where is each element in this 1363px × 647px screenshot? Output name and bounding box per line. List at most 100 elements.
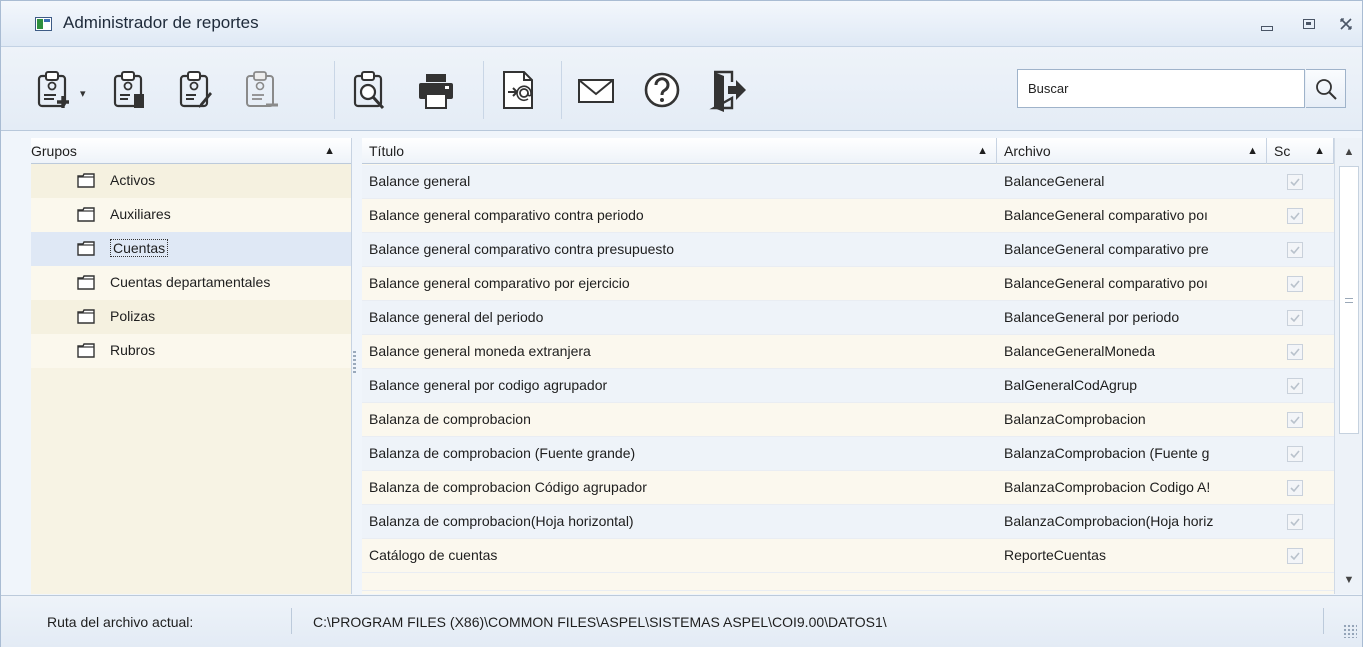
group-label: Polizas [110,308,156,324]
resize-grip-icon[interactable] [1343,624,1357,638]
sc-checkbox[interactable] [1287,242,1303,258]
edit-report-button[interactable] [107,65,153,115]
check-icon [1290,450,1300,459]
print-button[interactable] [413,65,459,115]
mail-icon [578,79,614,103]
scroll-down-icon[interactable]: ▼ [1335,568,1363,592]
status-separator [291,608,292,634]
groups-panel: Grupos ▲ Activos Auxiliares Cuentas Cuen… [31,138,352,594]
cell-sc [1267,403,1334,437]
column-header-titulo[interactable]: Título ▲ [362,138,997,164]
sc-checkbox[interactable] [1287,378,1303,394]
column-header-archivo[interactable]: Archivo ▲ [997,138,1267,164]
new-report-button[interactable] [31,65,77,115]
cell-titulo: Balance general por codigo agrupador [369,377,608,393]
maximize-icon [1303,19,1315,29]
cell-sc [1267,437,1334,471]
group-label: Cuentas [110,239,169,257]
group-label: Rubros [110,342,156,358]
sc-checkbox[interactable] [1287,174,1303,190]
cell-archivo: BalanceGeneral por periodo [1004,309,1180,325]
cell-archivo: BalanceGeneral comparativo poı [1004,207,1208,223]
groups-header[interactable]: Grupos ▲ [31,138,351,164]
table-row[interactable]: Catálogo de cuentas ReporteCuentas [362,539,1334,573]
cell-titulo: Catálogo de cuentas [369,547,498,563]
table-row[interactable]: Balance general comparativo por ejercici… [362,267,1334,301]
check-icon [1290,382,1300,391]
search-button[interactable] [1306,69,1346,108]
cell-archivo: BalanceGeneral comparativo pre [1004,241,1209,257]
scroll-up-icon[interactable]: ▲ [1335,140,1363,164]
group-item-auxiliares[interactable]: Auxiliares [31,198,351,232]
table-row[interactable]: Balance general comparativo contra perio… [362,199,1334,233]
scroll-thumb[interactable] [1339,166,1359,434]
cell-archivo: BalanzaComprobacion [1004,411,1146,427]
export-email-button[interactable] [495,65,541,115]
group-item-cuentas-departamentales[interactable]: Cuentas departamentales [31,266,351,300]
exit-icon [709,70,746,112]
cell-titulo: Balance general comparativo por ejercici… [369,275,630,291]
table-row[interactable]: Balance general del periodo BalanceGenera… [362,301,1334,335]
cell-sc [1267,471,1334,505]
table-row-partial[interactable] [362,573,1334,591]
cell-titulo: Balance general del periodo [369,309,544,325]
cell-archivo: BalanzaComprobacion Codigo A! [1004,479,1211,495]
table-row[interactable]: Balanza de comprobacion BalanzaComprobaci… [362,403,1334,437]
cell-titulo: Balanza de comprobacion [369,411,531,427]
table-row[interactable]: Balanza de comprobacion(Hoja horizontal)… [362,505,1334,539]
modify-report-button[interactable] [173,65,219,115]
close-icon [1340,18,1352,30]
edit-report-icon [113,71,144,108]
table-row[interactable]: Balance general por codigo agrupador BalG… [362,369,1334,403]
search-input[interactable]: Buscar [1017,69,1305,108]
column-header-label: Archivo [1004,143,1051,159]
group-label: Auxiliares [110,206,171,222]
group-item-rubros[interactable]: Rubros [31,334,351,368]
sc-checkbox[interactable] [1287,310,1303,326]
new-report-dropdown-icon[interactable]: ▾ [80,87,86,100]
vertical-scrollbar[interactable]: ▲ ▼ [1334,138,1362,594]
export-email-icon [503,71,533,109]
close-button[interactable] [1333,13,1359,35]
minimize-button[interactable] [1254,13,1280,35]
delete-report-icon [246,71,278,107]
table-row[interactable]: Balanza de comprobacion Código agrupador… [362,471,1334,505]
column-header-sc[interactable]: Sc ▲ [1267,138,1334,164]
table-row[interactable]: Balance general BalanceGeneral [362,165,1334,199]
delete-report-button[interactable] [239,65,285,115]
toolbar: ▾ Buscar [1,47,1362,131]
group-item-polizas[interactable]: Polizas [31,300,351,334]
cell-sc [1267,165,1334,199]
cell-titulo: Balance general comparativo contra perio… [369,207,644,223]
cell-sc [1267,369,1334,403]
group-item-activos[interactable]: Activos [31,164,351,198]
check-icon [1290,178,1300,187]
check-icon [1290,212,1300,221]
sc-checkbox[interactable] [1287,208,1303,224]
sc-checkbox[interactable] [1287,548,1303,564]
sort-up-icon: ▲ [1314,145,1325,157]
exit-button[interactable] [705,65,751,115]
sc-checkbox[interactable] [1287,276,1303,292]
table-row[interactable]: Balance general moneda extranjera Balance… [362,335,1334,369]
cell-titulo: Balanza de comprobacion (Fuente grande) [369,445,636,461]
group-label: Activos [110,172,156,188]
splitter-handle[interactable] [353,351,356,375]
sc-checkbox[interactable] [1287,480,1303,496]
cell-archivo: BalanzaComprobacion(Hoja horiz [1004,513,1214,529]
maximize-button[interactable] [1296,13,1322,35]
help-button[interactable] [639,65,685,115]
sc-checkbox[interactable] [1287,412,1303,428]
toolbar-separator [334,61,335,119]
check-icon [1290,518,1300,527]
sc-checkbox[interactable] [1287,514,1303,530]
table-row[interactable]: Balance general comparativo contra presu… [362,233,1334,267]
folder-icon [77,241,95,256]
sc-checkbox[interactable] [1287,446,1303,462]
table-row[interactable]: Balanza de comprobacion (Fuente grande) B… [362,437,1334,471]
group-item-cuentas[interactable]: Cuentas [31,232,351,266]
window-title: Administrador de reportes [63,13,259,32]
sc-checkbox[interactable] [1287,344,1303,360]
mail-button[interactable] [573,65,619,115]
preview-button[interactable] [347,65,393,115]
